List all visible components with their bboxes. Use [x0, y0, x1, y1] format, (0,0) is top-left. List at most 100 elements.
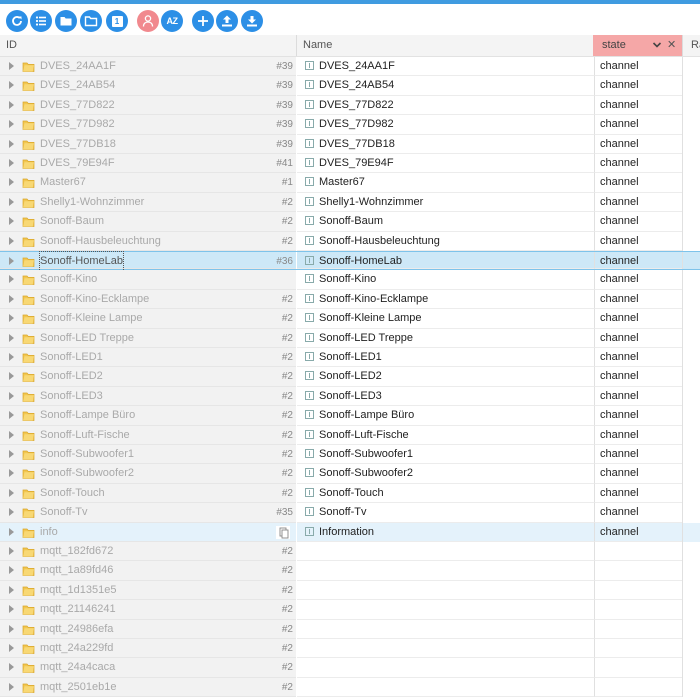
table-row[interactable]: Sonoff-LED Treppe #2 Sonoff-LED Treppe chan…: [0, 328, 700, 348]
expand-caret-icon[interactable]: [9, 62, 14, 70]
expand-caret-icon[interactable]: [9, 527, 14, 536]
table-row[interactable]: mqtt_24986efa #2: [0, 619, 700, 639]
list-view-button[interactable]: [30, 10, 52, 32]
id-cell[interactable]: Sonoff-Touch #2: [0, 483, 296, 504]
table-row[interactable]: DVES_24AB54 #39 DVES_24AB54 channel: [0, 76, 700, 96]
expand-caret-icon[interactable]: [9, 81, 14, 90]
id-cell[interactable]: Sonoff-Tv #35: [0, 503, 296, 523]
expand-caret-icon[interactable]: [9, 488, 14, 497]
table-row[interactable]: Shelly1-Wohnzimmer #2 Shelly1-Wohnzimmer ch…: [0, 192, 700, 213]
expand-caret-icon[interactable]: [9, 139, 14, 148]
expand-caret-icon[interactable]: [9, 469, 14, 478]
expand-caret-icon[interactable]: [9, 257, 14, 265]
expand-caret-icon[interactable]: [9, 372, 14, 381]
id-cell[interactable]: Sonoff-LED2 #2: [0, 367, 296, 387]
id-cell[interactable]: Sonoff-LED3 #2: [0, 386, 296, 407]
number-toggle-button[interactable]: 1: [106, 10, 128, 32]
table-row[interactable]: Sonoff-LED1 #2 Sonoff-LED1 channel: [0, 348, 700, 368]
table-row[interactable]: Sonoff-Lampe Büro #2 Sonoff-Lampe Büro chan…: [0, 406, 700, 426]
id-cell[interactable]: Sonoff-Kleine Lampe #2: [0, 309, 296, 329]
id-cell[interactable]: mqtt_24a4caca #2: [0, 658, 296, 678]
id-cell[interactable]: Sonoff-LED Treppe #2: [0, 328, 296, 348]
expert-mode-button[interactable]: [137, 10, 159, 32]
column-header-name[interactable]: Name: [303, 35, 332, 56]
table-row[interactable]: Sonoff-Touch #2 Sonoff-Touch channel: [0, 483, 700, 504]
expand-caret-icon[interactable]: [9, 159, 14, 167]
table-row[interactable]: Sonoff-Hausbeleuchtung #2 Sonoff-Hausbeleu…: [0, 231, 700, 251]
table-row[interactable]: Sonoff-Tv #35 Sonoff-Tv channel: [0, 503, 700, 523]
expand-caret-icon[interactable]: [9, 605, 14, 614]
column-resizer[interactable]: [296, 35, 297, 56]
expand-caret-icon[interactable]: [9, 624, 14, 633]
table-row[interactable]: mqtt_182fd672 #2: [0, 542, 700, 562]
id-cell[interactable]: mqtt_1a89fd46 #2: [0, 561, 296, 581]
id-cell[interactable]: DVES_77D982 #39: [0, 115, 296, 135]
table-row[interactable]: Sonoff-LED2 #2 Sonoff-LED2 channel: [0, 367, 700, 387]
id-cell[interactable]: mqtt_24986efa #2: [0, 619, 296, 639]
table-row[interactable]: Master67 #1 Master67 channel: [0, 173, 700, 193]
id-cell[interactable]: mqtt_24a229fd #2: [0, 639, 296, 659]
table-row[interactable]: DVES_77D822 #39 DVES_77D822 channel: [0, 95, 700, 116]
expand-caret-icon[interactable]: [9, 682, 14, 691]
expand-caret-icon[interactable]: [9, 314, 14, 323]
column-header-rest[interactable]: Ra: [691, 35, 700, 56]
id-cell[interactable]: Sonoff-Baum #2: [0, 212, 296, 232]
expand-caret-icon[interactable]: [9, 275, 14, 284]
table-row[interactable]: Sonoff-Kino-Ecklampe #2 Sonoff-Kino-Ecklam…: [0, 289, 700, 310]
column-resizer[interactable]: [682, 35, 683, 56]
expand-caret-icon[interactable]: [9, 294, 14, 303]
id-cell[interactable]: DVES_24AB54 #39: [0, 76, 296, 96]
folder-button[interactable]: [55, 10, 77, 32]
expand-caret-icon[interactable]: [9, 430, 14, 439]
expand-caret-icon[interactable]: [9, 120, 14, 129]
close-icon[interactable]: ✕: [667, 35, 676, 56]
id-cell[interactable]: DVES_77DB18 #39: [0, 134, 296, 154]
expand-caret-icon[interactable]: [9, 100, 14, 109]
expand-caret-icon[interactable]: [9, 236, 14, 245]
id-cell[interactable]: Master67 #1: [0, 173, 296, 193]
id-cell[interactable]: Sonoff-Lampe Büro #2: [0, 406, 296, 426]
expand-caret-icon[interactable]: [9, 663, 14, 672]
expand-caret-icon[interactable]: [9, 450, 14, 458]
table-row[interactable]: info Information channel: [0, 522, 700, 542]
folder-open-button[interactable]: [80, 10, 102, 32]
table-row[interactable]: Sonoff-Baum #2 Sonoff-Baum channel: [0, 212, 700, 232]
expand-caret-icon[interactable]: [9, 566, 14, 575]
id-cell[interactable]: mqtt_2501eb1e #2: [0, 677, 296, 697]
expand-caret-icon[interactable]: [9, 391, 14, 400]
upload-button[interactable]: [216, 10, 238, 32]
add-button[interactable]: [192, 10, 214, 32]
id-cell[interactable]: info: [0, 522, 296, 542]
id-cell[interactable]: mqtt_1d1351e5 #2: [0, 580, 296, 601]
table-row[interactable]: DVES_77D982 #39 DVES_77D982 channel: [0, 115, 700, 135]
id-cell[interactable]: Sonoff-Hausbeleuchtung #2: [0, 231, 296, 251]
id-cell[interactable]: Sonoff-Subwoofer1 #2: [0, 445, 296, 465]
table-row[interactable]: DVES_24AA1F #39 DVES_24AA1F channel: [0, 57, 700, 77]
id-cell[interactable]: DVES_24AA1F #39: [0, 57, 296, 77]
refresh-button[interactable]: [6, 10, 28, 32]
table-row[interactable]: Sonoff-Subwoofer1 #2 Sonoff-Subwoofer1 chan…: [0, 445, 700, 465]
table-row[interactable]: Sonoff-Luft-Fische #2 Sonoff-Luft-Fische ch…: [0, 425, 700, 445]
expand-caret-icon[interactable]: [9, 178, 14, 187]
column-header-id[interactable]: ID: [6, 35, 17, 56]
table-row[interactable]: mqtt_2501eb1e #2: [0, 677, 700, 697]
expand-caret-icon[interactable]: [9, 547, 14, 555]
expand-caret-icon[interactable]: [9, 353, 14, 361]
expand-caret-icon[interactable]: [9, 644, 14, 652]
table-row[interactable]: DVES_79E94F #41 DVES_79E94F channel: [0, 154, 700, 174]
id-cell[interactable]: Sonoff-Luft-Fische #2: [0, 425, 296, 445]
expand-caret-icon[interactable]: [9, 508, 14, 517]
table-row[interactable]: mqtt_21146241 #2: [0, 600, 700, 620]
sort-button[interactable]: AZ: [161, 10, 183, 32]
chevron-down-icon[interactable]: [652, 39, 662, 54]
table-row[interactable]: Sonoff-LED3 #2 Sonoff-LED3 channel: [0, 386, 700, 407]
id-cell[interactable]: mqtt_182fd672 #2: [0, 542, 296, 562]
table-row[interactable]: mqtt_1a89fd46 #2: [0, 561, 700, 581]
download-button[interactable]: [241, 10, 263, 32]
expand-caret-icon[interactable]: [9, 585, 14, 594]
table-row[interactable]: Sonoff-HomeLab #36 Sonoff-HomeLab channel: [0, 251, 700, 272]
table-row[interactable]: Sonoff-Subwoofer2 #2 Sonoff-Subwoofer2 chan…: [0, 464, 700, 484]
expand-caret-icon[interactable]: [9, 411, 14, 420]
table-row[interactable]: Sonoff-Kleine Lampe #2 Sonoff-Kleine Lampe…: [0, 309, 700, 329]
table-row[interactable]: mqtt_1d1351e5 #2: [0, 580, 700, 601]
